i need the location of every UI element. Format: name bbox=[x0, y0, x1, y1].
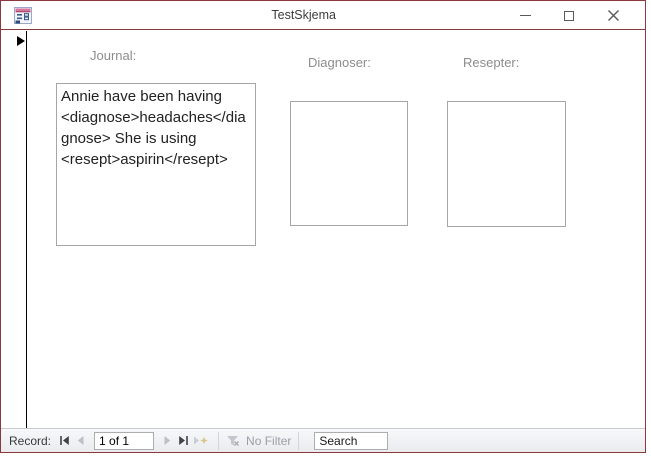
record-selector-arrow-icon bbox=[17, 36, 25, 46]
title-bar: TestSkjema bbox=[1, 1, 645, 30]
resepter-label: Resepter: bbox=[463, 55, 520, 70]
maximize-icon bbox=[564, 10, 574, 21]
record-selector-bar[interactable] bbox=[1, 31, 26, 428]
window: TestSkjema Journal: Diagnoser: Resepter:… bbox=[0, 0, 646, 453]
close-icon bbox=[607, 10, 619, 21]
navbar-separator bbox=[218, 431, 220, 450]
new-record-icon bbox=[194, 436, 208, 445]
navbar-separator bbox=[298, 431, 300, 450]
first-record-button[interactable] bbox=[57, 432, 73, 450]
minimize-icon bbox=[519, 14, 531, 17]
first-record-icon bbox=[60, 436, 69, 445]
last-record-icon bbox=[179, 436, 188, 445]
last-record-button[interactable] bbox=[175, 432, 191, 450]
record-navigation-bar: Record: 1 of 1 No Filter Search bbox=[1, 428, 645, 452]
filter-status-label: No Filter bbox=[246, 433, 292, 448]
close-button[interactable] bbox=[591, 1, 635, 30]
form-app-icon bbox=[14, 7, 32, 24]
record-label: Record: bbox=[9, 433, 52, 448]
previous-record-icon bbox=[77, 436, 84, 445]
page-title: TestSkjema bbox=[271, 8, 336, 22]
minimize-button[interactable] bbox=[503, 1, 547, 30]
journal-label: Journal: bbox=[90, 48, 137, 63]
previous-record-button[interactable] bbox=[73, 432, 89, 450]
resepter-listbox[interactable] bbox=[447, 101, 566, 227]
diagnoser-listbox[interactable] bbox=[290, 101, 408, 226]
window-controls bbox=[503, 1, 635, 30]
diagnoser-label: Diagnoser: bbox=[308, 55, 371, 70]
next-record-button[interactable] bbox=[159, 432, 175, 450]
no-filter-icon bbox=[227, 435, 239, 446]
record-selector-divider bbox=[26, 31, 27, 428]
search-input[interactable] bbox=[314, 431, 389, 450]
journal-textbox[interactable]: Annie have been having <diagnose>headach… bbox=[56, 83, 256, 246]
next-record-icon bbox=[164, 436, 171, 445]
new-record-button[interactable] bbox=[191, 432, 211, 450]
filter-status-button[interactable]: No Filter bbox=[226, 434, 291, 448]
maximize-button[interactable] bbox=[547, 1, 591, 30]
current-record-input[interactable] bbox=[94, 431, 155, 450]
